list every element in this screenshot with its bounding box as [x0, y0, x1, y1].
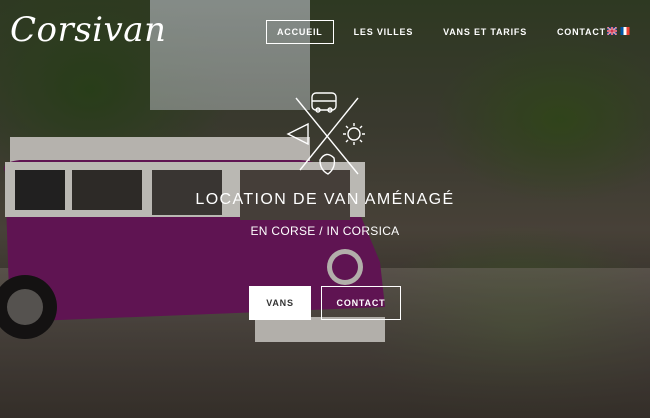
dark-overlay — [0, 0, 650, 418]
hero-subtitle: EN CORSE / IN CORSICA — [250, 224, 400, 238]
language-switcher — [607, 27, 633, 35]
hero-section: Corsivan ACCUEIL LES VILLES VANS ET TARI… — [0, 0, 650, 418]
hero-title: LOCATION DE VAN AMÉNAGÉ — [195, 191, 455, 208]
brand-emblem-icon — [286, 92, 365, 175]
main-nav: ACCUEIL LES VILLES VANS ET TARIFS CONTAC… — [266, 20, 626, 44]
nav-item-les-villes[interactable]: LES VILLES — [344, 21, 424, 43]
nav-item-accueil[interactable]: ACCUEIL — [266, 20, 334, 44]
site-logo[interactable]: Corsivan — [10, 10, 166, 50]
contact-button[interactable]: CONTACT — [321, 286, 401, 320]
nav-item-vans-et-tarifs[interactable]: VANS ET TARIFS — [433, 21, 537, 43]
uk-flag-icon[interactable] — [607, 27, 617, 35]
france-flag-icon[interactable] — [620, 27, 630, 35]
nav-item-contact[interactable]: CONTACT — [547, 21, 616, 43]
vans-button[interactable]: VANS — [249, 286, 311, 320]
